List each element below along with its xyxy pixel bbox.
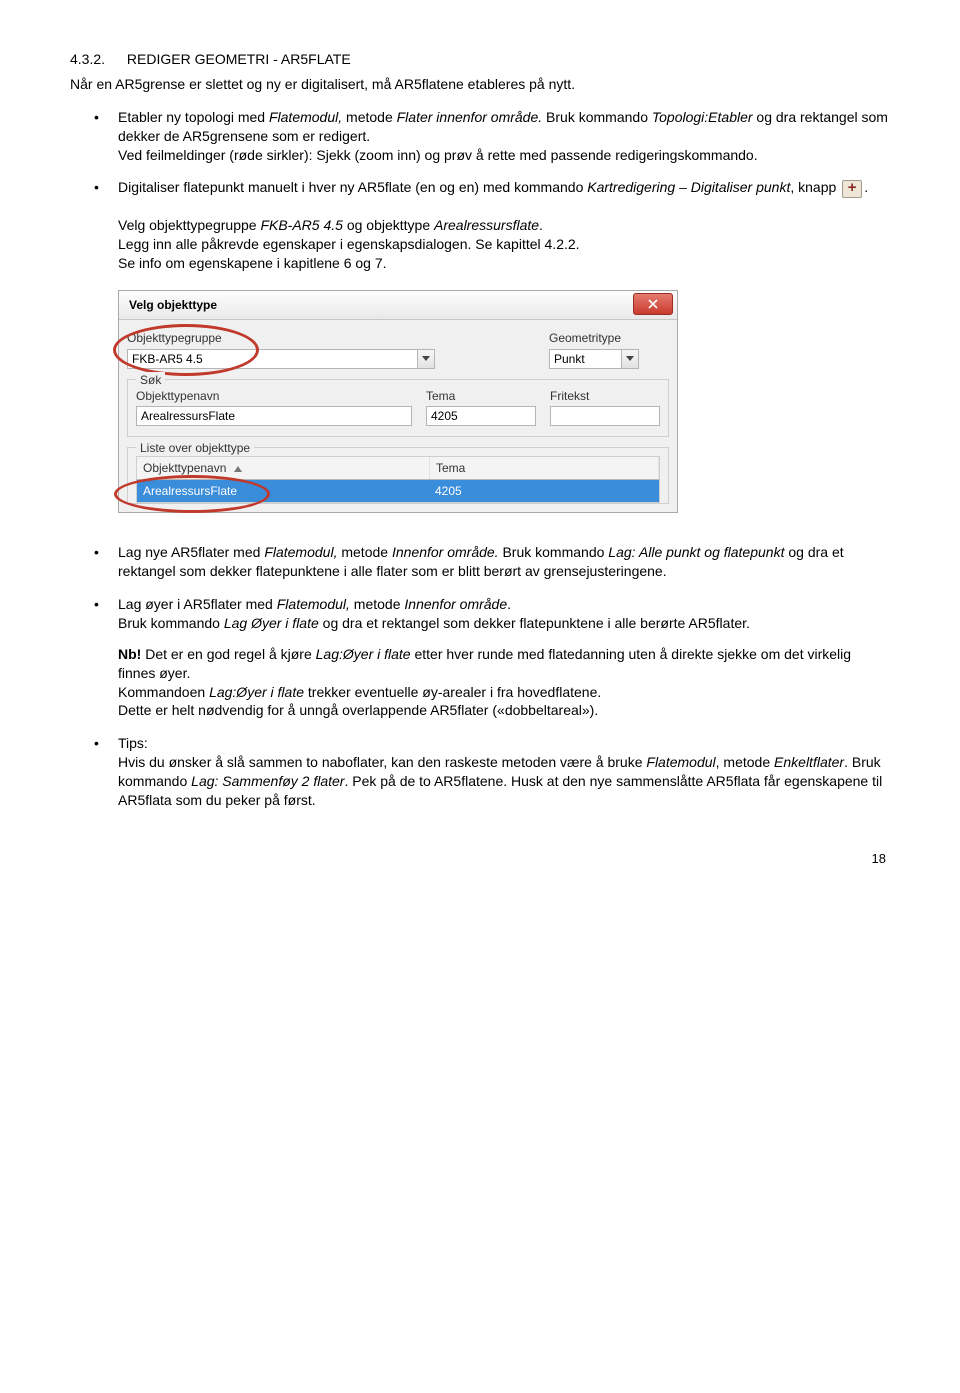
intro-text: Når en AR5grense er slettet og ny er dig…: [70, 75, 890, 94]
navn-label: Objekttypenavn: [136, 388, 412, 404]
fritekst-input[interactable]: [550, 406, 660, 426]
tema-label: Tema: [426, 388, 536, 404]
nb-label: Nb!: [118, 646, 141, 662]
sort-asc-icon: [234, 460, 242, 476]
heading-title: REDIGER GEOMETRI - AR5FLATE: [127, 51, 351, 67]
chevron-down-icon: [626, 356, 634, 362]
sok-legend: Søk: [136, 372, 165, 388]
close-button[interactable]: [633, 293, 673, 315]
tips-label: Tips:: [118, 735, 148, 751]
geomtype-label: Geometritype: [549, 330, 669, 346]
list-item: Tips: Hvis du ønsker å slå sammen to nab…: [70, 734, 890, 810]
list-item: Lag øyer i AR5flater med Flatemodul, met…: [70, 595, 890, 720]
dialog-window: Velg objekttype Objekttypegruppe FKB-AR5…: [118, 290, 678, 513]
liste-fieldset: Liste over objekttype Objekttypenavn Tem…: [127, 447, 669, 504]
objekttypegruppe-combo[interactable]: FKB-AR5 4.5: [127, 349, 535, 369]
dialog-titlebar: Velg objekttype: [119, 291, 677, 320]
tema-input[interactable]: [426, 406, 536, 426]
chevron-down-icon: [422, 356, 430, 362]
objekttypenavn-input[interactable]: [136, 406, 412, 426]
geometritype-combo[interactable]: Punkt: [549, 349, 669, 369]
bullet-list-top: Etabler ny topologi med Flatemodul, meto…: [70, 108, 890, 198]
page-number: 18: [70, 850, 890, 868]
dropdown-button[interactable]: [417, 349, 435, 369]
mid-instructions: Velg objekttypegruppe FKB-AR5 4.5 og obj…: [70, 216, 890, 273]
objekttypegruppe-value: FKB-AR5 4.5: [127, 349, 417, 369]
dialog-title: Velg objekttype: [129, 297, 217, 313]
dialog-screenshot: Velg objekttype Objekttypegruppe FKB-AR5…: [118, 290, 678, 513]
sok-fieldset: Søk Objekttypenavn Tema Fritekst: [127, 379, 669, 437]
group-label: Objekttypegruppe: [127, 330, 535, 346]
bullet-list-bottom: Lag nye AR5flater med Flatemodul, metode…: [70, 543, 890, 810]
geometritype-value: Punkt: [549, 349, 621, 369]
dropdown-button[interactable]: [621, 349, 639, 369]
liste-legend: Liste over objekttype: [136, 440, 254, 456]
list-item: Digitaliser flatepunkt manuelt i hver ny…: [70, 178, 890, 197]
col-header-navn[interactable]: Objekttypenavn: [137, 457, 430, 479]
table-row[interactable]: ArealressursFlate 4205: [136, 480, 660, 503]
section-heading: 4.3.2. REDIGER GEOMETRI - AR5FLATE: [70, 50, 890, 69]
list-item: Etabler ny topologi med Flatemodul, meto…: [70, 108, 890, 165]
heading-number: 4.3.2.: [70, 50, 105, 69]
list-header: Objekttypenavn Tema: [136, 456, 660, 480]
col-header-tema[interactable]: Tema: [430, 457, 659, 479]
plus-icon: +: [842, 180, 862, 198]
close-icon: [648, 299, 658, 309]
list-item: Lag nye AR5flater med Flatemodul, metode…: [70, 543, 890, 581]
row-tema: 4205: [429, 480, 659, 502]
row-navn: ArealressursFlate: [137, 480, 429, 502]
fritekst-label: Fritekst: [550, 388, 660, 404]
